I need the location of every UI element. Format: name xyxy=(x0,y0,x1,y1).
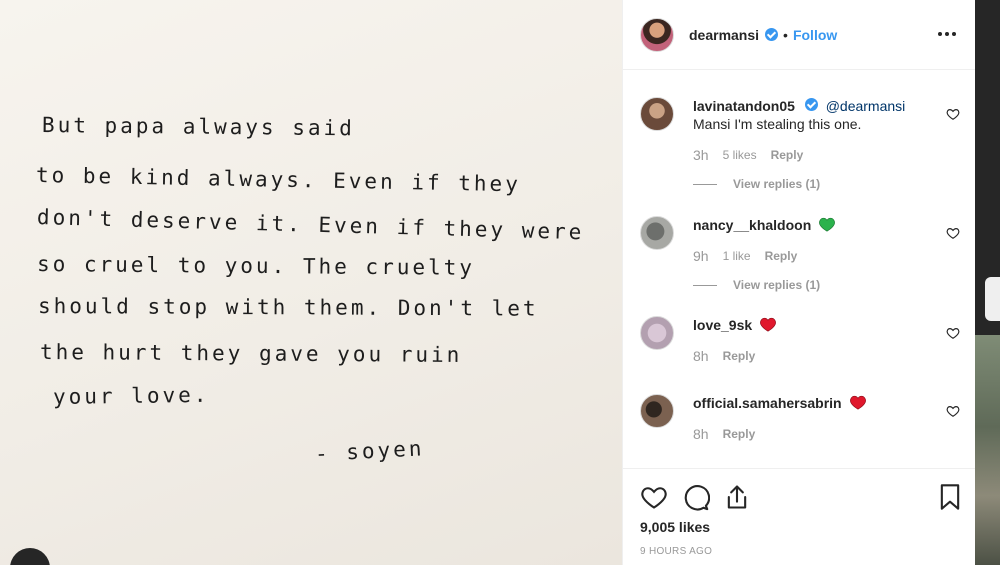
comment-time[interactable]: 8h xyxy=(693,426,709,442)
like-comment-heart-icon[interactable] xyxy=(946,226,960,240)
replies-divider xyxy=(693,183,717,185)
view-replies-button[interactable]: View replies (1) xyxy=(693,278,923,292)
comment-bubble-icon[interactable] xyxy=(682,483,710,511)
post-header: dearmansi • Follow xyxy=(623,0,976,70)
reply-button[interactable]: Reply xyxy=(723,427,756,441)
author-avatar[interactable] xyxy=(640,17,674,52)
reply-button[interactable]: Reply xyxy=(723,349,756,363)
commenter-avatar[interactable] xyxy=(640,316,674,350)
comment-time[interactable]: 3h xyxy=(693,147,709,163)
commenter-username[interactable]: official.samahersabrin xyxy=(693,395,842,411)
next-post-arrow-icon[interactable] xyxy=(985,277,1000,321)
share-upload-icon[interactable] xyxy=(723,483,751,511)
post-sidebar: dearmansi • Follow lavinatandon05 @dearm… xyxy=(622,0,976,565)
comment-body: love_9sk 8h Reply xyxy=(693,316,923,364)
next-post-preview[interactable] xyxy=(975,335,1000,565)
likes-count[interactable]: 9,005 likes xyxy=(640,519,710,535)
post-image[interactable]: But papa always said to be kind always. … xyxy=(0,0,622,565)
note-line-3: don't deserve it. Even if they were xyxy=(36,205,585,245)
commenter-username[interactable]: love_9sk xyxy=(693,317,752,333)
comment-meta: 8h Reply xyxy=(693,348,923,364)
view-replies-button[interactable]: View replies (1) xyxy=(693,177,923,191)
red-heart-icon xyxy=(760,317,776,332)
reply-button[interactable]: Reply xyxy=(771,148,804,162)
comment-meta: 8h Reply xyxy=(693,426,923,442)
mention-link[interactable]: @dearmansi xyxy=(826,98,906,114)
post-actions: 9,005 likes 9 HOURS AGO xyxy=(623,468,976,565)
comment-meta: 3h 5 likes Reply xyxy=(693,147,923,163)
note-line-5: should stop with them. Don't let xyxy=(37,294,539,321)
verified-badge-icon xyxy=(804,98,818,111)
like-comment-heart-icon[interactable] xyxy=(946,107,960,121)
commenter-username[interactable]: lavinatandon05 xyxy=(693,98,795,114)
comment-time[interactable]: 8h xyxy=(693,348,709,364)
author-username[interactable]: dearmansi xyxy=(689,27,759,43)
comments-list: lavinatandon05 @dearmansi Mansi I'm stea… xyxy=(623,71,976,468)
view-replies-label: View replies (1) xyxy=(733,278,821,292)
green-heart-icon xyxy=(819,217,836,232)
heart-outline-icon[interactable] xyxy=(640,483,668,511)
reply-button[interactable]: Reply xyxy=(765,249,798,263)
comment-text: Mansi I'm stealing this one. xyxy=(693,116,862,132)
commenter-avatar[interactable] xyxy=(640,216,674,250)
note-line-7: your love. xyxy=(52,382,210,409)
note-line-2: to be kind always. Even if they xyxy=(35,163,522,197)
red-heart-icon xyxy=(849,395,866,410)
verified-badge-icon xyxy=(765,28,779,41)
note-signature: - soyen xyxy=(314,436,425,466)
like-comment-heart-icon[interactable] xyxy=(946,326,960,340)
comment-body: official.samahersabrin 8h Reply xyxy=(693,394,923,442)
note-line-1: But papa always said xyxy=(41,113,355,141)
bookmark-icon[interactable] xyxy=(936,483,964,511)
commenter-avatar[interactable] xyxy=(640,394,674,428)
replies-divider xyxy=(693,284,717,286)
comment-likes[interactable]: 5 likes xyxy=(723,148,757,162)
comment-time[interactable]: 9h xyxy=(693,248,709,264)
comment-body: nancy__khaldoon 9h 1 like Reply View rep… xyxy=(693,216,923,292)
commenter-avatar[interactable] xyxy=(640,97,674,131)
more-options-icon[interactable] xyxy=(935,22,959,46)
comment-meta: 9h 1 like Reply xyxy=(693,248,923,264)
view-replies-label: View replies (1) xyxy=(733,177,821,191)
header-separator: • xyxy=(783,26,788,43)
commenter-username[interactable]: nancy__khaldoon xyxy=(693,217,811,233)
like-comment-heart-icon[interactable] xyxy=(946,404,960,418)
note-line-4: so cruel to you. The cruelty xyxy=(36,252,476,280)
comment-likes[interactable]: 1 like xyxy=(723,249,751,263)
handwritten-note: But papa always said to be kind always. … xyxy=(0,0,622,565)
post-timestamp[interactable]: 9 HOURS AGO xyxy=(640,546,712,557)
comment-body: lavinatandon05 @dearmansi Mansi I'm stea… xyxy=(693,97,923,191)
follow-button[interactable]: Follow xyxy=(793,27,837,43)
note-line-6: the hurt they gave you ruin xyxy=(39,340,463,367)
